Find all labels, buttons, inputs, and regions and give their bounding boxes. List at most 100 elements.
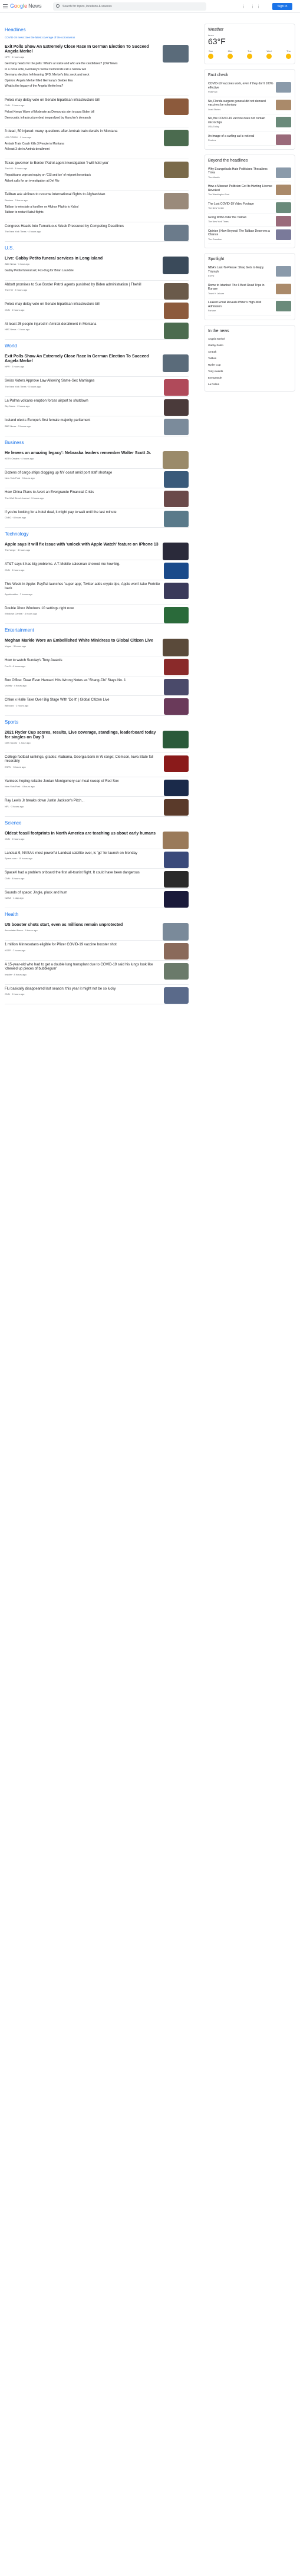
story-thumbnail[interactable] xyxy=(164,698,189,715)
story-thumbnail[interactable] xyxy=(163,831,189,849)
story-thumbnail[interactable] xyxy=(163,543,189,560)
story[interactable]: Sounds of space: Jingle, pluck and hum NA… xyxy=(5,891,189,908)
story-headline[interactable]: Dozens of cargo ships clogging up NY coa… xyxy=(5,471,160,476)
story[interactable]: US booster shots start, even as millions… xyxy=(5,923,189,941)
sidebar-story[interactable]: An image of a surfing cat is not real Reu… xyxy=(208,132,291,146)
story[interactable]: Apple says it will fix issue with 'unloc… xyxy=(5,543,189,560)
related-story[interactable]: Amtrak Train Crash Kills 3 People in Mon… xyxy=(5,142,189,146)
story-thumbnail[interactable] xyxy=(164,871,189,888)
story-headline[interactable]: Box Office: 'Dear Evan Hansen' Hits Wron… xyxy=(5,679,160,684)
sidebar-story-text[interactable]: Why Evangelicals Hate Politicians Thesal… xyxy=(208,167,273,175)
story[interactable]: Pelosi may delay vote on Senate bipartis… xyxy=(5,303,189,319)
news-topic-link[interactable]: Gabby Petito xyxy=(208,342,291,349)
story[interactable]: Oldest fossil footprints in North Americ… xyxy=(5,831,189,849)
story[interactable]: How to watch Sunday's Tony Awards Fox 5 ·… xyxy=(5,659,189,675)
story[interactable]: Texas governor to Border Patrol agent in… xyxy=(5,161,189,178)
story[interactable]: 1 million Minnesotans eligible for Pfize… xyxy=(5,943,189,960)
story-headline[interactable]: Exit Polls Show An Extremely Close Race … xyxy=(5,45,160,54)
story-headline[interactable]: Live: Gabby Petito funeral services in L… xyxy=(5,257,160,261)
story-headline[interactable]: Pelosi may delay vote on Senate bipartis… xyxy=(5,303,160,307)
covid-banner[interactable]: COVID-19 news: See the latest coverage o… xyxy=(5,36,189,39)
related-story[interactable]: Taliban to reinstate a hardline on Afgha… xyxy=(5,205,189,209)
story[interactable]: Live: Gabby Petito funeral services in L… xyxy=(5,257,189,274)
story-thumbnail[interactable] xyxy=(164,510,189,527)
story-thumbnail[interactable] xyxy=(164,282,189,300)
story-thumbnail[interactable] xyxy=(164,303,189,319)
sidebar-story[interactable]: No, Florida surgeon general did not dema… xyxy=(208,97,291,114)
story-headline[interactable]: College football rankings, grades: Alaba… xyxy=(5,755,160,764)
us-section-title[interactable]: U.S. xyxy=(5,245,189,252)
story-headline[interactable]: La Palma volcano eruption forces airport… xyxy=(5,399,160,404)
story-thumbnail[interactable] xyxy=(163,354,189,372)
story-thumbnail[interactable] xyxy=(164,943,189,960)
sidebar-thumbnail[interactable] xyxy=(276,82,291,93)
story[interactable]: Ray Lewis Jr breaks down Justin Jackson'… xyxy=(5,799,189,816)
sidebar-story-text[interactable]: Going With Under the Taliban xyxy=(208,216,273,220)
story-thumbnail[interactable] xyxy=(163,451,189,469)
story-headline[interactable]: How China Plans to Avert an Evergrande F… xyxy=(5,491,160,495)
story-headline[interactable]: How to watch Sunday's Tony Awards xyxy=(5,659,160,663)
business-section-title[interactable]: Business xyxy=(5,440,189,447)
news-topic-link[interactable]: Ryder Cup xyxy=(208,362,291,368)
science-section-title[interactable]: Science xyxy=(5,820,189,827)
sidebar-thumbnail[interactable] xyxy=(276,99,291,110)
weather-card[interactable]: Weather Ames 63°F Sun Mon Tue Wed Thu xyxy=(204,24,295,64)
story-thumbnail[interactable] xyxy=(164,606,189,623)
story-thumbnail[interactable] xyxy=(164,659,189,675)
health-section-title[interactable]: Health xyxy=(5,912,189,919)
sidebar-story[interactable]: COVID-19 vaccines work, even if they don… xyxy=(208,80,291,97)
story-headline[interactable]: 3 dead, 50 injured: many questions after… xyxy=(5,130,160,134)
related-story[interactable]: Taliban to restart Kabul flights xyxy=(5,211,189,215)
story-headline[interactable]: Sounds of space: Jingle, pluck and hum xyxy=(5,891,160,896)
story-thumbnail[interactable] xyxy=(164,130,189,146)
story-thumbnail[interactable] xyxy=(164,491,189,507)
story-thumbnail[interactable] xyxy=(164,419,189,435)
story-headline[interactable]: Iceland elects Europe's first female maj… xyxy=(5,419,160,423)
story-headline[interactable]: Congress Heads Into Tumultuous Week Pres… xyxy=(5,225,160,229)
story-headline[interactable]: Ray Lewis Jr breaks down Justin Jackson'… xyxy=(5,799,160,804)
related-story[interactable]: Pelosi Keeps Wave of Moderate as Democra… xyxy=(5,110,189,114)
story-thumbnail[interactable] xyxy=(163,730,189,748)
sidebar-thumbnail[interactable] xyxy=(276,202,291,213)
related-story[interactable]: What is the legacy of the Angela Merkel … xyxy=(5,84,189,88)
google-news-logo[interactable]: Google News xyxy=(10,3,42,9)
story[interactable]: Swiss Voters Approve Law Allowing Same-S… xyxy=(5,379,189,396)
story[interactable]: Dozens of cargo ships clogging up NY coa… xyxy=(5,471,189,488)
story-thumbnail[interactable] xyxy=(164,678,189,695)
story[interactable]: Box Office: 'Dear Evan Hansen' Hits Wron… xyxy=(5,678,189,695)
story-headline[interactable]: Abbott promises to Sue Border Patrol age… xyxy=(5,283,160,288)
sidebar-thumbnail[interactable] xyxy=(276,215,291,226)
story-thumbnail[interactable] xyxy=(164,851,189,868)
sign-in-button[interactable]: Sign in xyxy=(272,3,292,10)
sidebar-story-text[interactable]: Leaked Email Reveals Pfizer's High-Well … xyxy=(208,301,273,308)
story-thumbnail[interactable] xyxy=(163,639,189,656)
sidebar-story[interactable]: NBA's Last-To-Please: Shaq Gets to Enjoy… xyxy=(208,264,291,281)
sidebar-story-text[interactable]: COVID-19 vaccines work, even if they don… xyxy=(208,82,273,90)
story[interactable]: If you're looking for a hotel deal, it m… xyxy=(5,510,189,527)
story-headline[interactable]: Meghan Markle Wore an Embellished White … xyxy=(5,639,160,643)
related-story[interactable]: Republicans urge an inquiry on 'CSI and … xyxy=(5,173,189,178)
story-headline[interactable]: Yankees hoping reliable Jordan Montgomer… xyxy=(5,780,160,784)
sidebar-thumbnail[interactable] xyxy=(276,185,291,195)
related-story[interactable]: Abbott calls for an investigation at Del… xyxy=(5,179,189,183)
story-headline[interactable]: Texas governor to Border Patrol agent in… xyxy=(5,162,160,166)
world-section-title[interactable]: World xyxy=(5,343,189,350)
sidebar-story-text[interactable]: No, the COVID-19 vaccine does not contai… xyxy=(208,117,273,124)
story[interactable]: La Palma volcano eruption forces airport… xyxy=(5,399,189,416)
story-headline[interactable]: Landsat 9, NASA's most powerful Landsat … xyxy=(5,852,160,856)
story[interactable]: Landsat 9, NASA's most powerful Landsat … xyxy=(5,851,189,868)
related-story[interactable]: In a close vote, Germany's Social Democr… xyxy=(5,68,189,72)
story-headline[interactable]: This Week in Apple: PayPal launches 'sup… xyxy=(5,583,160,592)
story-thumbnail[interactable] xyxy=(164,224,189,241)
sidebar-story-text[interactable]: No, Florida surgeon general did not dema… xyxy=(208,100,273,107)
story[interactable]: 2021 Ryder Cup scores, results, Live cov… xyxy=(5,730,189,748)
story[interactable]: Exit Polls Show An Extremely Close Race … xyxy=(5,45,189,63)
sidebar-thumbnail[interactable] xyxy=(276,117,291,127)
story[interactable]: Iceland elects Europe's first female maj… xyxy=(5,419,189,435)
story-headline[interactable]: Chloe x Halle Take Over Big Stage With '… xyxy=(5,698,160,703)
story[interactable]: AT&T says it has big problems. A T-Mobil… xyxy=(5,563,189,579)
story-headline[interactable]: SpaceX had a problem onboard the first a… xyxy=(5,871,160,876)
story[interactable]: Congress Heads Into Tumultuous Week Pres… xyxy=(5,224,189,241)
story-headline[interactable]: US booster shots start, even as millions… xyxy=(5,923,160,928)
story-thumbnail[interactable] xyxy=(164,987,189,1004)
